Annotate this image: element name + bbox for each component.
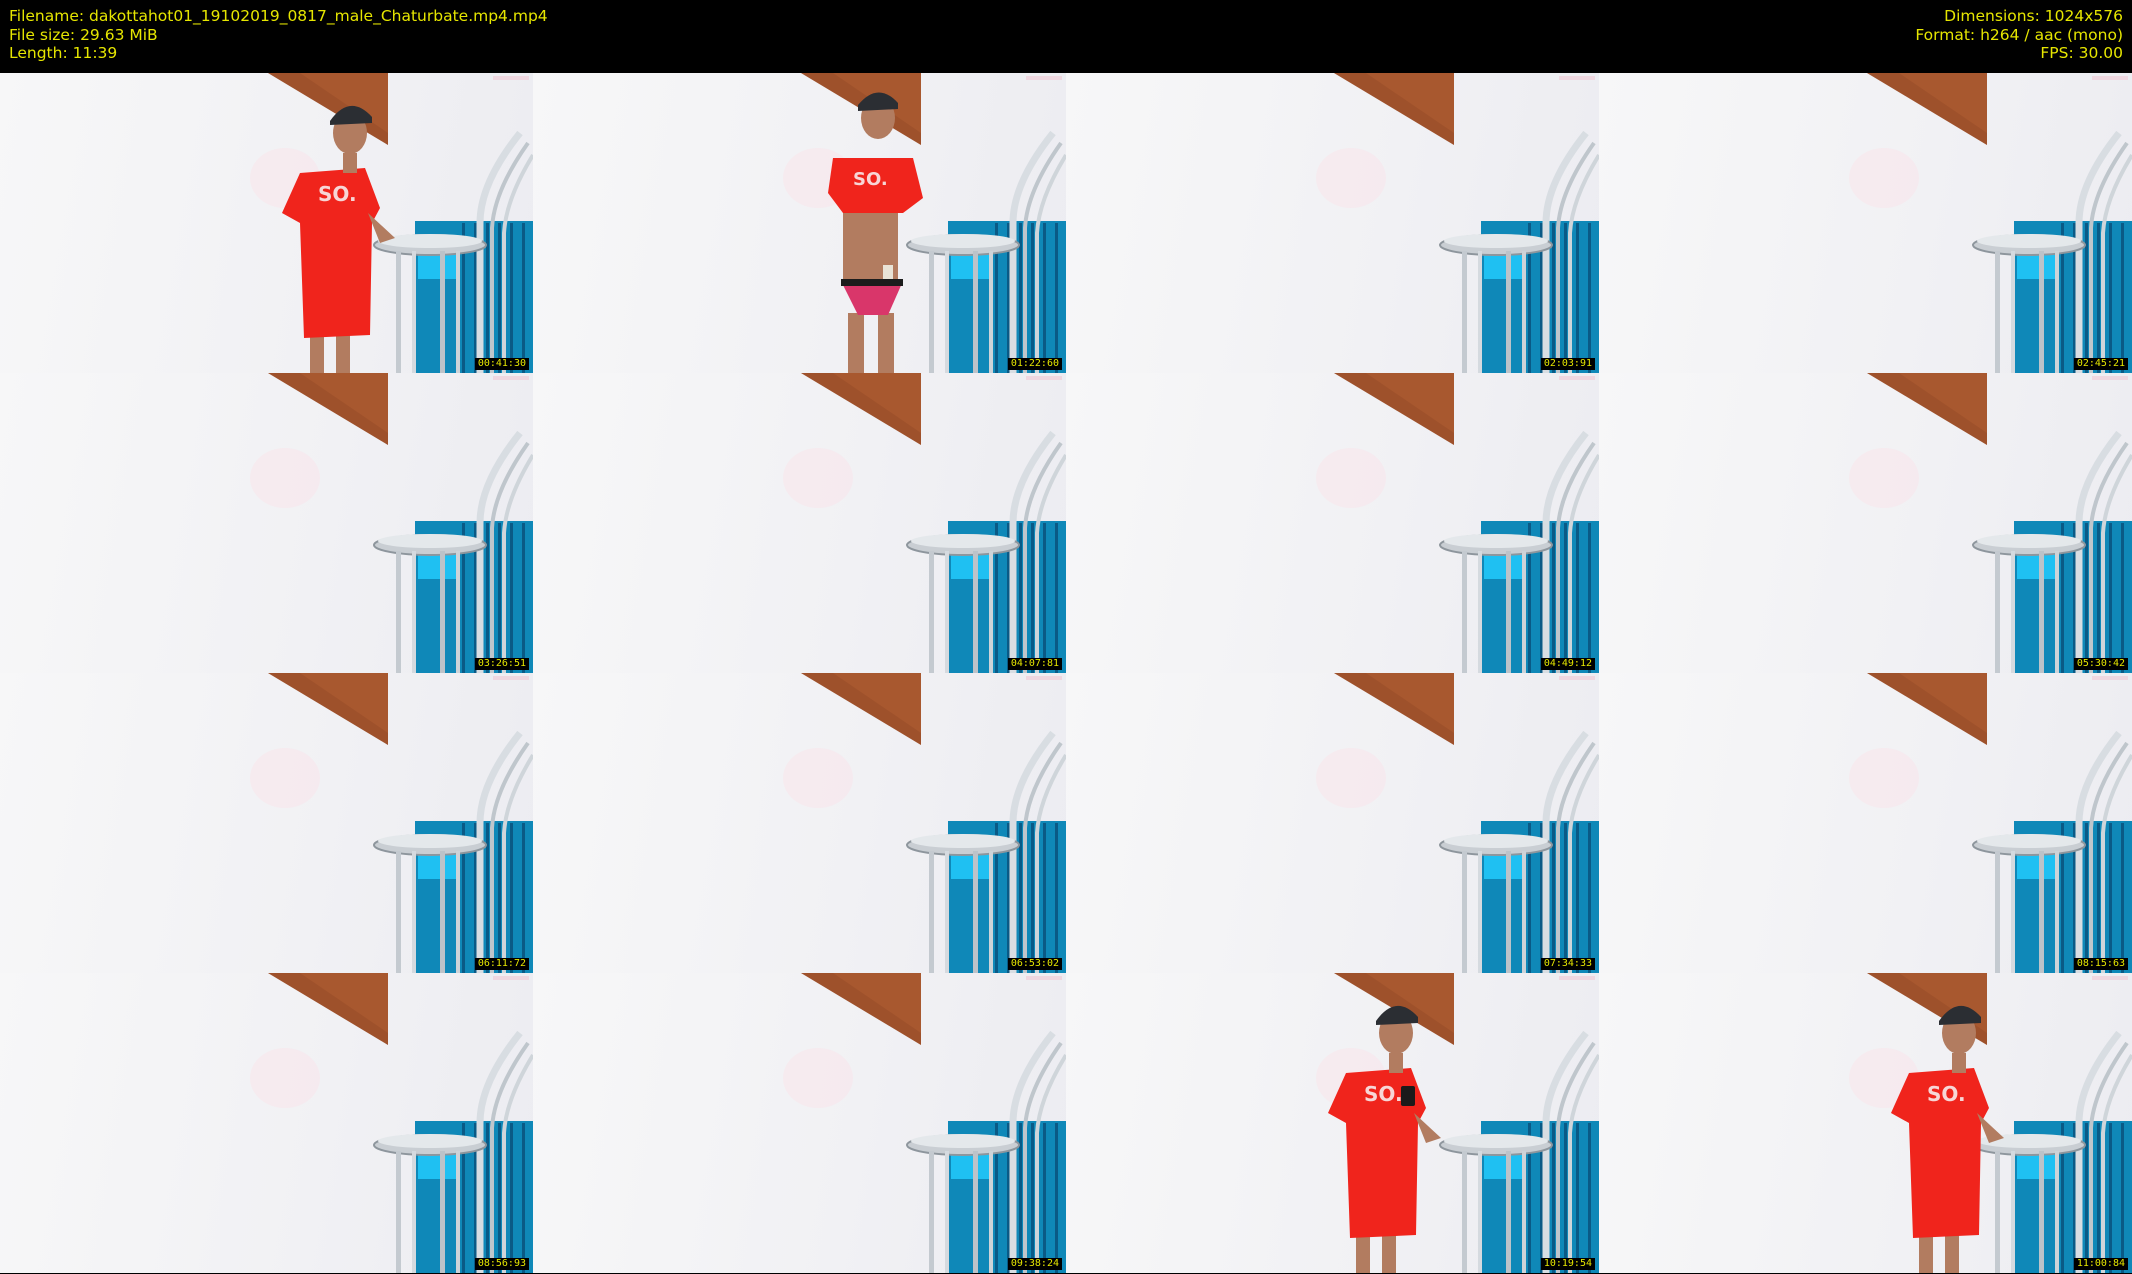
video-thumbnail: SO. 00:41:30 xyxy=(0,73,533,373)
thumbnail-timestamp: 01:22:60 xyxy=(1007,358,1062,370)
thumbnail-scene xyxy=(1316,673,1599,973)
dimensions-label: Dimensions: 1024x576 xyxy=(1944,7,2123,25)
thumbnail-scene xyxy=(1316,73,1599,373)
thumbnail-scene xyxy=(1849,673,2132,973)
thumbnail-timestamp: 04:49:12 xyxy=(1540,658,1595,670)
thumbnail-timestamp: 08:56:93 xyxy=(474,1258,529,1270)
thumbnail-timestamp: 02:45:21 xyxy=(2073,358,2128,370)
svg-text:SO.: SO. xyxy=(318,182,357,206)
format-label: Format: h264 / aac (mono) xyxy=(1915,25,2123,44)
thumbnail-timestamp: 07:34:33 xyxy=(1540,958,1595,970)
video-thumbnail: 04:07:81 xyxy=(533,373,1066,673)
video-thumbnail: 04:49:12 xyxy=(1066,373,1599,673)
video-thumbnail: 02:45:21 xyxy=(1599,73,2132,373)
thumbnail-scene xyxy=(1849,373,2132,673)
length-label: Length: 11:39 xyxy=(9,44,118,62)
thumbnail-timestamp: 09:38:24 xyxy=(1007,1258,1062,1270)
video-thumbnail: 06:53:02 xyxy=(533,673,1066,973)
thumbnail-timestamp: 05:30:42 xyxy=(2073,658,2128,670)
filesize-label: File size: 29.63 MiB xyxy=(9,25,158,44)
thumbnail-scene xyxy=(1316,373,1599,673)
video-thumbnail: 07:34:33 xyxy=(1066,673,1599,973)
thumbnail-timestamp: 04:07:81 xyxy=(1007,658,1062,670)
filename-label: Filename: dakottahot01_19102019_0817_mal… xyxy=(9,7,548,25)
thumbnail-timestamp: 06:11:72 xyxy=(474,958,529,970)
video-thumbnail: 08:15:63 xyxy=(1599,673,2132,973)
thumbnail-timestamp: 11:00:84 xyxy=(2073,1258,2128,1270)
video-thumbnail: 06:11:72 xyxy=(0,673,533,973)
thumbnail-scene xyxy=(250,373,533,673)
video-thumbnail: 03:26:51 xyxy=(0,373,533,673)
thumbnail-scene: SO. xyxy=(1316,973,1599,1273)
thumbnail-scene xyxy=(250,673,533,973)
thumbnail-timestamp: 00:41:30 xyxy=(474,358,529,370)
video-thumbnail: SO. 11:00:84 xyxy=(1599,973,2132,1273)
thumbnail-scene: SO. xyxy=(1849,973,2132,1273)
video-thumbnail: 02:03:91 xyxy=(1066,73,1599,373)
thumbnail-scene xyxy=(1849,73,2132,373)
thumbnail-scene xyxy=(783,673,1066,973)
svg-text:SO.: SO. xyxy=(1364,1082,1403,1106)
thumbnail-timestamp: 02:03:91 xyxy=(1540,358,1595,370)
file-info: Filename: dakottahot01_19102019_0817_mal… xyxy=(9,7,548,63)
thumbnail-scene: SO. xyxy=(783,73,1066,373)
thumbnail-timestamp: 08:15:63 xyxy=(2073,958,2128,970)
video-info: Dimensions: 1024x576 Format: h264 / aac … xyxy=(1915,7,2123,63)
thumbnail-timestamp: 03:26:51 xyxy=(474,658,529,670)
info-header: Filename: dakottahot01_19102019_0817_mal… xyxy=(0,0,2132,73)
thumbnail-scene xyxy=(783,373,1066,673)
thumbnail-timestamp: 10:19:54 xyxy=(1540,1258,1595,1270)
svg-text:SO.: SO. xyxy=(853,169,888,190)
fps-label: FPS: 30.00 xyxy=(2040,44,2123,62)
video-thumbnail: SO. 10:19:54 xyxy=(1066,973,1599,1273)
svg-text:SO.: SO. xyxy=(1927,1082,1966,1106)
thumbnail-grid: SO. 00:41:30 SO. 01:22:60 02:03:91 02:45:21 03… xyxy=(0,73,2132,1273)
video-thumbnail: 08:56:93 xyxy=(0,973,533,1273)
video-thumbnail: 09:38:24 xyxy=(533,973,1066,1273)
thumbnail-scene: SO. xyxy=(250,73,533,373)
video-thumbnail: SO. 01:22:60 xyxy=(533,73,1066,373)
thumbnail-timestamp: 06:53:02 xyxy=(1007,958,1062,970)
video-thumbnail: 05:30:42 xyxy=(1599,373,2132,673)
thumbnail-scene xyxy=(783,973,1066,1273)
thumbnail-scene xyxy=(250,973,533,1273)
